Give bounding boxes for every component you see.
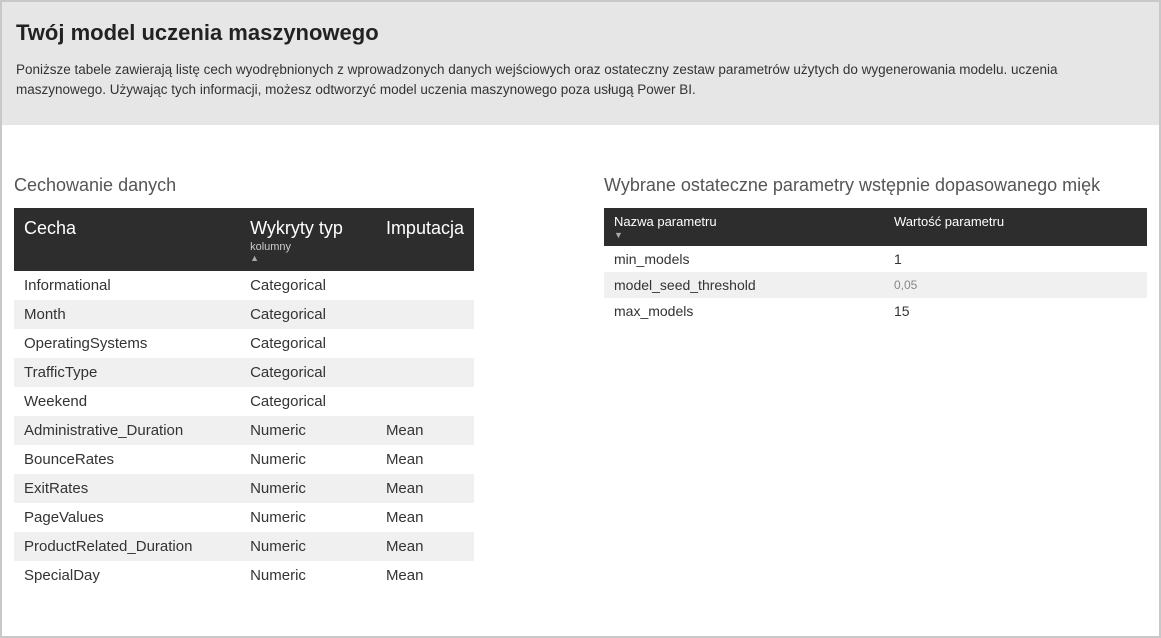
features-header-type-sub: kolumny xyxy=(250,241,366,253)
feature-type-cell: Categorical xyxy=(240,329,376,358)
feature-imputation-cell: Mean xyxy=(376,445,474,474)
feature-type-cell: Categorical xyxy=(240,358,376,387)
feature-name-cell: ExitRates xyxy=(14,474,240,503)
param-value-cell: 15 xyxy=(884,298,1147,324)
param-name-cell: max_models xyxy=(604,298,884,324)
feature-type-cell: Numeric xyxy=(240,503,376,532)
param-value-cell: 1 xyxy=(884,246,1147,272)
features-header-type[interactable]: Wykryty typ kolumny ▲ xyxy=(240,208,376,272)
feature-name-cell: ProductRelated_Duration xyxy=(14,532,240,561)
feature-imputation-cell: Mean xyxy=(376,474,474,503)
params-header-name[interactable]: Nazwa parametru ▼ xyxy=(604,208,884,246)
feature-type-cell: Numeric xyxy=(240,474,376,503)
feature-type-cell: Numeric xyxy=(240,445,376,474)
table-row[interactable]: TrafficTypeCategorical xyxy=(14,358,474,387)
feature-type-cell: Categorical xyxy=(240,300,376,329)
feature-imputation-cell: Mean xyxy=(376,416,474,445)
feature-type-cell: Numeric xyxy=(240,416,376,445)
feature-type-cell: Numeric xyxy=(240,561,376,590)
params-panel: Wybrane ostateczne parametry wstępnie do… xyxy=(604,175,1147,591)
table-row[interactable]: min_models1 xyxy=(604,246,1147,272)
features-table: Cecha Wykryty typ kolumny ▲ Imputacja In… xyxy=(14,208,474,591)
feature-type-cell: Numeric xyxy=(240,532,376,561)
table-row[interactable]: Administrative_DurationNumericMean xyxy=(14,416,474,445)
feature-name-cell: OperatingSystems xyxy=(14,329,240,358)
feature-imputation-cell xyxy=(376,329,474,358)
features-panel: Cechowanie danych Cecha Wykryty typ kolu… xyxy=(14,175,474,591)
feature-imputation-cell: Mean xyxy=(376,561,474,590)
feature-type-cell: Categorical xyxy=(240,387,376,416)
feature-imputation-cell xyxy=(376,271,474,300)
table-row[interactable]: ExitRatesNumericMean xyxy=(14,474,474,503)
feature-name-cell: Informational xyxy=(14,271,240,300)
feature-name-cell: Administrative_Duration xyxy=(14,416,240,445)
table-row[interactable]: ProductRelated_DurationNumericMean xyxy=(14,532,474,561)
features-section-title: Cechowanie danych xyxy=(14,175,474,196)
feature-name-cell: TrafficType xyxy=(14,358,240,387)
sort-ascending-icon: ▲ xyxy=(250,254,366,264)
page-description: Poniższe tabele zawierają listę cech wyo… xyxy=(16,60,1145,101)
param-name-cell: min_models xyxy=(604,246,884,272)
feature-name-cell: Month xyxy=(14,300,240,329)
table-row[interactable]: model_seed_threshold0,05 xyxy=(604,272,1147,298)
param-value-cell: 0,05 xyxy=(884,272,1147,298)
table-row[interactable]: OperatingSystemsCategorical xyxy=(14,329,474,358)
feature-name-cell: SpecialDay xyxy=(14,561,240,590)
page-title: Twój model uczenia maszynowego xyxy=(16,20,1145,46)
feature-type-cell: Categorical xyxy=(240,271,376,300)
params-header-value[interactable]: Wartość parametru xyxy=(884,208,1147,246)
feature-name-cell: Weekend xyxy=(14,387,240,416)
table-row[interactable]: PageValuesNumericMean xyxy=(14,503,474,532)
table-row[interactable]: WeekendCategorical xyxy=(14,387,474,416)
feature-name-cell: BounceRates xyxy=(14,445,240,474)
feature-imputation-cell xyxy=(376,300,474,329)
features-header-type-main: Wykryty typ xyxy=(250,218,343,238)
feature-imputation-cell: Mean xyxy=(376,532,474,561)
feature-name-cell: PageValues xyxy=(14,503,240,532)
table-row[interactable]: MonthCategorical xyxy=(14,300,474,329)
params-section-title: Wybrane ostateczne parametry wstępnie do… xyxy=(604,175,1147,196)
features-header-feature[interactable]: Cecha xyxy=(14,208,240,272)
table-row[interactable]: InformationalCategorical xyxy=(14,271,474,300)
params-table: Nazwa parametru ▼ Wartość parametru min_… xyxy=(604,208,1147,324)
features-header-imputation[interactable]: Imputacja xyxy=(376,208,474,272)
table-row[interactable]: max_models15 xyxy=(604,298,1147,324)
param-name-cell: model_seed_threshold xyxy=(604,272,884,298)
feature-imputation-cell xyxy=(376,358,474,387)
header-section: Twój model uczenia maszynowego Poniższe … xyxy=(2,2,1159,125)
feature-imputation-cell: Mean xyxy=(376,503,474,532)
table-row[interactable]: BounceRatesNumericMean xyxy=(14,445,474,474)
main-content: Cechowanie danych Cecha Wykryty typ kolu… xyxy=(2,125,1159,591)
feature-imputation-cell xyxy=(376,387,474,416)
sort-descending-icon: ▼ xyxy=(614,230,874,240)
table-row[interactable]: SpecialDayNumericMean xyxy=(14,561,474,590)
params-header-name-label: Nazwa parametru xyxy=(614,214,717,229)
